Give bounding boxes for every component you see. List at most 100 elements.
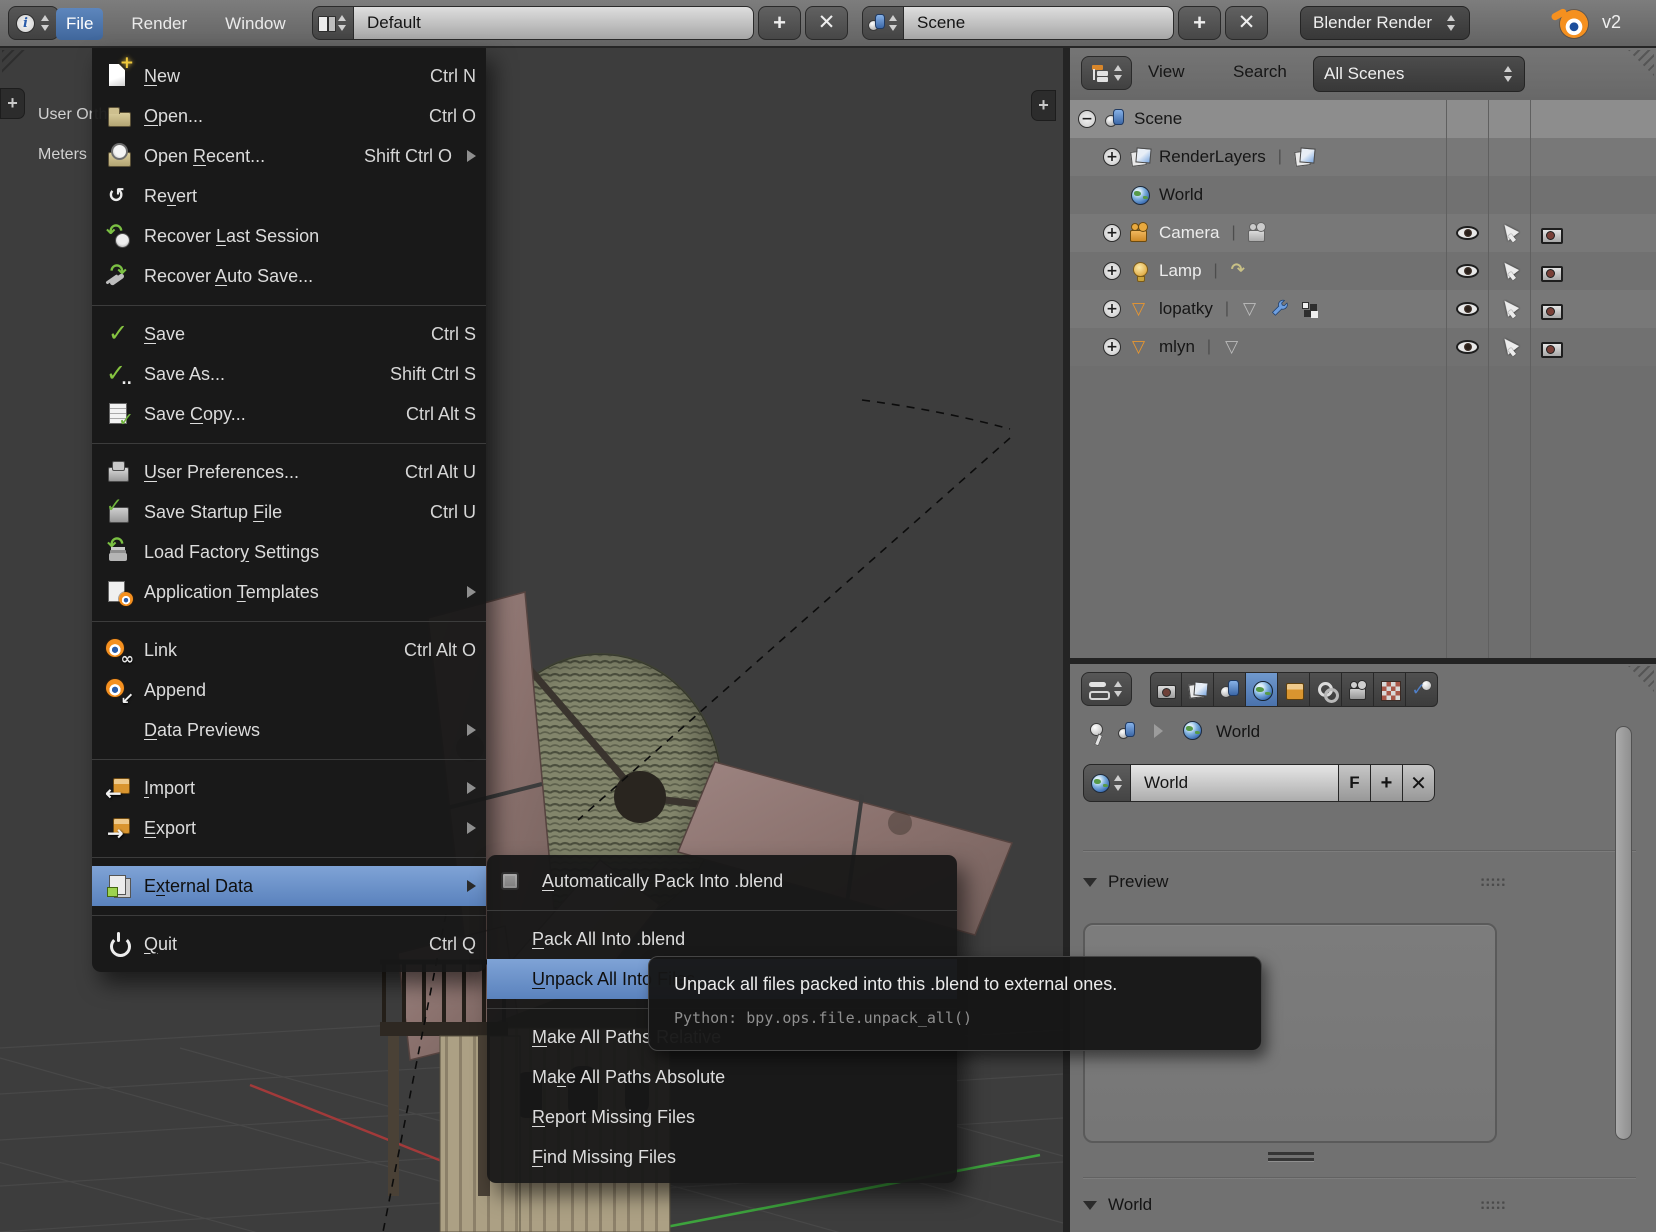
panel-drag-grip[interactable] [1480,877,1506,887]
render-camera-icon [1156,680,1176,700]
tab-render[interactable] [1150,672,1182,707]
menu-item-user-preferences[interactable]: User Preferences... Ctrl Alt U [92,452,486,492]
world-browse-button[interactable] [1083,764,1131,802]
screen-layout-browse-button[interactable] [312,6,354,40]
outliner-row-renderlayers[interactable]: RenderLayers | [1070,138,1656,176]
render-camera-icon[interactable] [1541,301,1560,317]
editor-type-properties[interactable] [1081,672,1132,706]
add-layout-button[interactable]: + [758,6,801,40]
menu-item-application-templates[interactable]: Application Templates [92,572,486,612]
outliner-row-scene[interactable]: Scene [1070,100,1656,138]
menu-item-report-missing-files[interactable]: Report Missing Files [487,1097,957,1137]
menu-item-quit[interactable]: Quit Ctrl Q [92,924,486,964]
unlink-world-button[interactable]: ✕ [1403,764,1435,802]
menu-item-automatically-pack[interactable]: Automatically Pack Into .blend [487,861,957,901]
render-camera-icon[interactable] [1541,263,1560,279]
menu-render[interactable]: Render [121,8,197,40]
selectability-cursor-icon[interactable] [1500,261,1518,281]
checkbox-unchecked-icon[interactable] [501,872,519,890]
outliner-search-menu[interactable]: Search [1233,62,1287,82]
menu-item-recover-auto-save[interactable]: Recover Auto Save... [92,256,486,296]
menu-item-make-paths-absolute[interactable]: Make All Paths Absolute [487,1057,957,1097]
submenu-arrow-icon [464,820,476,836]
delete-scene-button[interactable]: ✕ [1225,6,1268,40]
visibility-eye-icon[interactable] [1456,226,1479,240]
scrollbar[interactable] [1615,726,1632,1140]
outliner-row-camera[interactable]: Camera | [1070,214,1656,252]
delete-layout-button[interactable]: ✕ [805,6,848,40]
menu-item-append[interactable]: Append [92,670,486,710]
menu-item-save-copy[interactable]: Save Copy... Ctrl Alt S [92,394,486,434]
add-scene-button[interactable]: + [1178,6,1221,40]
add-world-button[interactable]: + [1371,764,1403,802]
tab-object[interactable] [1278,672,1310,707]
menu-item-revert[interactable]: Revert [92,176,486,216]
expand-icon[interactable] [1103,148,1121,166]
separator [1083,1177,1636,1179]
world-section-header[interactable]: World [1083,1190,1636,1220]
scenes-filter-dropdown[interactable]: All Scenes [1313,56,1525,92]
menu-item-recover-last-session[interactable]: Recover Last Session [92,216,486,256]
mesh-triangle-icon [1130,337,1150,357]
tab-render-layers[interactable] [1182,672,1214,707]
menu-item-import[interactable]: Import [92,768,486,808]
menu-item-save-as[interactable]: Save As... Shift Ctrl S [92,354,486,394]
expand-icon[interactable] [1103,224,1121,242]
menu-window[interactable]: Window [215,8,295,40]
scene-browse-button[interactable] [862,6,904,40]
menu-item-load-factory-settings[interactable]: Load Factory Settings [92,532,486,572]
recent-folder-icon [106,143,132,169]
preview-resize-handle[interactable] [1268,1152,1314,1161]
panel-drag-grip[interactable] [1480,1200,1506,1210]
expand-icon[interactable] [1103,300,1121,318]
selectability-cursor-icon[interactable] [1500,299,1518,319]
visibility-eye-icon[interactable] [1456,264,1479,278]
preview-section-header[interactable]: Preview [1083,867,1636,897]
outliner-view-menu[interactable]: View [1148,62,1185,82]
tab-object-data[interactable] [1342,672,1374,707]
fake-user-button[interactable]: F [1339,764,1371,802]
tab-physics[interactable] [1406,672,1438,707]
render-camera-icon[interactable] [1541,339,1560,355]
selectability-cursor-icon[interactable] [1500,337,1518,357]
editor-type-selector[interactable]: i [8,6,59,40]
menu-item-external-data[interactable]: External Data [92,866,486,906]
menu-item-pack-all[interactable]: Pack All Into .blend [487,919,957,959]
menu-item-data-previews[interactable]: Data Previews [92,710,486,750]
visibility-eye-icon[interactable] [1456,302,1479,316]
tab-texture[interactable] [1374,672,1406,707]
expand-icon[interactable] [1103,262,1121,280]
corner-resize-grip[interactable] [1628,666,1654,692]
tab-scene[interactable] [1214,672,1246,707]
outliner-row-world[interactable]: World [1070,176,1656,214]
menu-item-find-missing-files[interactable]: Find Missing Files [487,1137,957,1177]
editor-type-outliner[interactable] [1081,56,1132,90]
menu-item-open[interactable]: Open... Ctrl O [92,96,486,136]
menu-item-save-startup-file[interactable]: Save Startup File Ctrl U [92,492,486,532]
selectability-cursor-icon[interactable] [1500,223,1518,243]
menu-item-export[interactable]: Export [92,808,486,848]
menu-item-new[interactable]: New Ctrl N [92,56,486,96]
outliner-row-mlyn[interactable]: mlyn | [1070,328,1656,366]
scene-name-field[interactable]: Scene [904,6,1174,40]
render-engine-dropdown[interactable]: Blender Render [1300,6,1470,40]
render-camera-icon[interactable] [1541,225,1560,241]
info-editor-icon: i [16,14,35,33]
tab-world[interactable] [1246,672,1278,707]
panel-border[interactable] [1063,48,1070,1232]
menu-item-save[interactable]: Save Ctrl S [92,314,486,354]
visibility-eye-icon[interactable] [1456,340,1479,354]
world-name-field[interactable]: World [1131,764,1339,802]
outliner-row-lamp[interactable]: Lamp | [1070,252,1656,290]
tab-constraints[interactable] [1310,672,1342,707]
collapse-icon[interactable] [1078,110,1096,128]
expand-icon[interactable] [1103,338,1121,356]
outliner-row-lopatky[interactable]: lopatky | [1070,290,1656,328]
screen-layout-name-field[interactable]: Default [354,6,754,40]
menu-item-open-recent[interactable]: Open Recent... Shift Ctrl O [92,136,486,176]
pin-icon[interactable] [1086,722,1108,746]
menu-item-link[interactable]: Link Ctrl Alt O [92,630,486,670]
menu-file[interactable]: File [56,8,103,40]
properties-shelf-open-button[interactable]: + [1031,90,1056,121]
toolshelf-open-button[interactable]: + [0,88,25,119]
